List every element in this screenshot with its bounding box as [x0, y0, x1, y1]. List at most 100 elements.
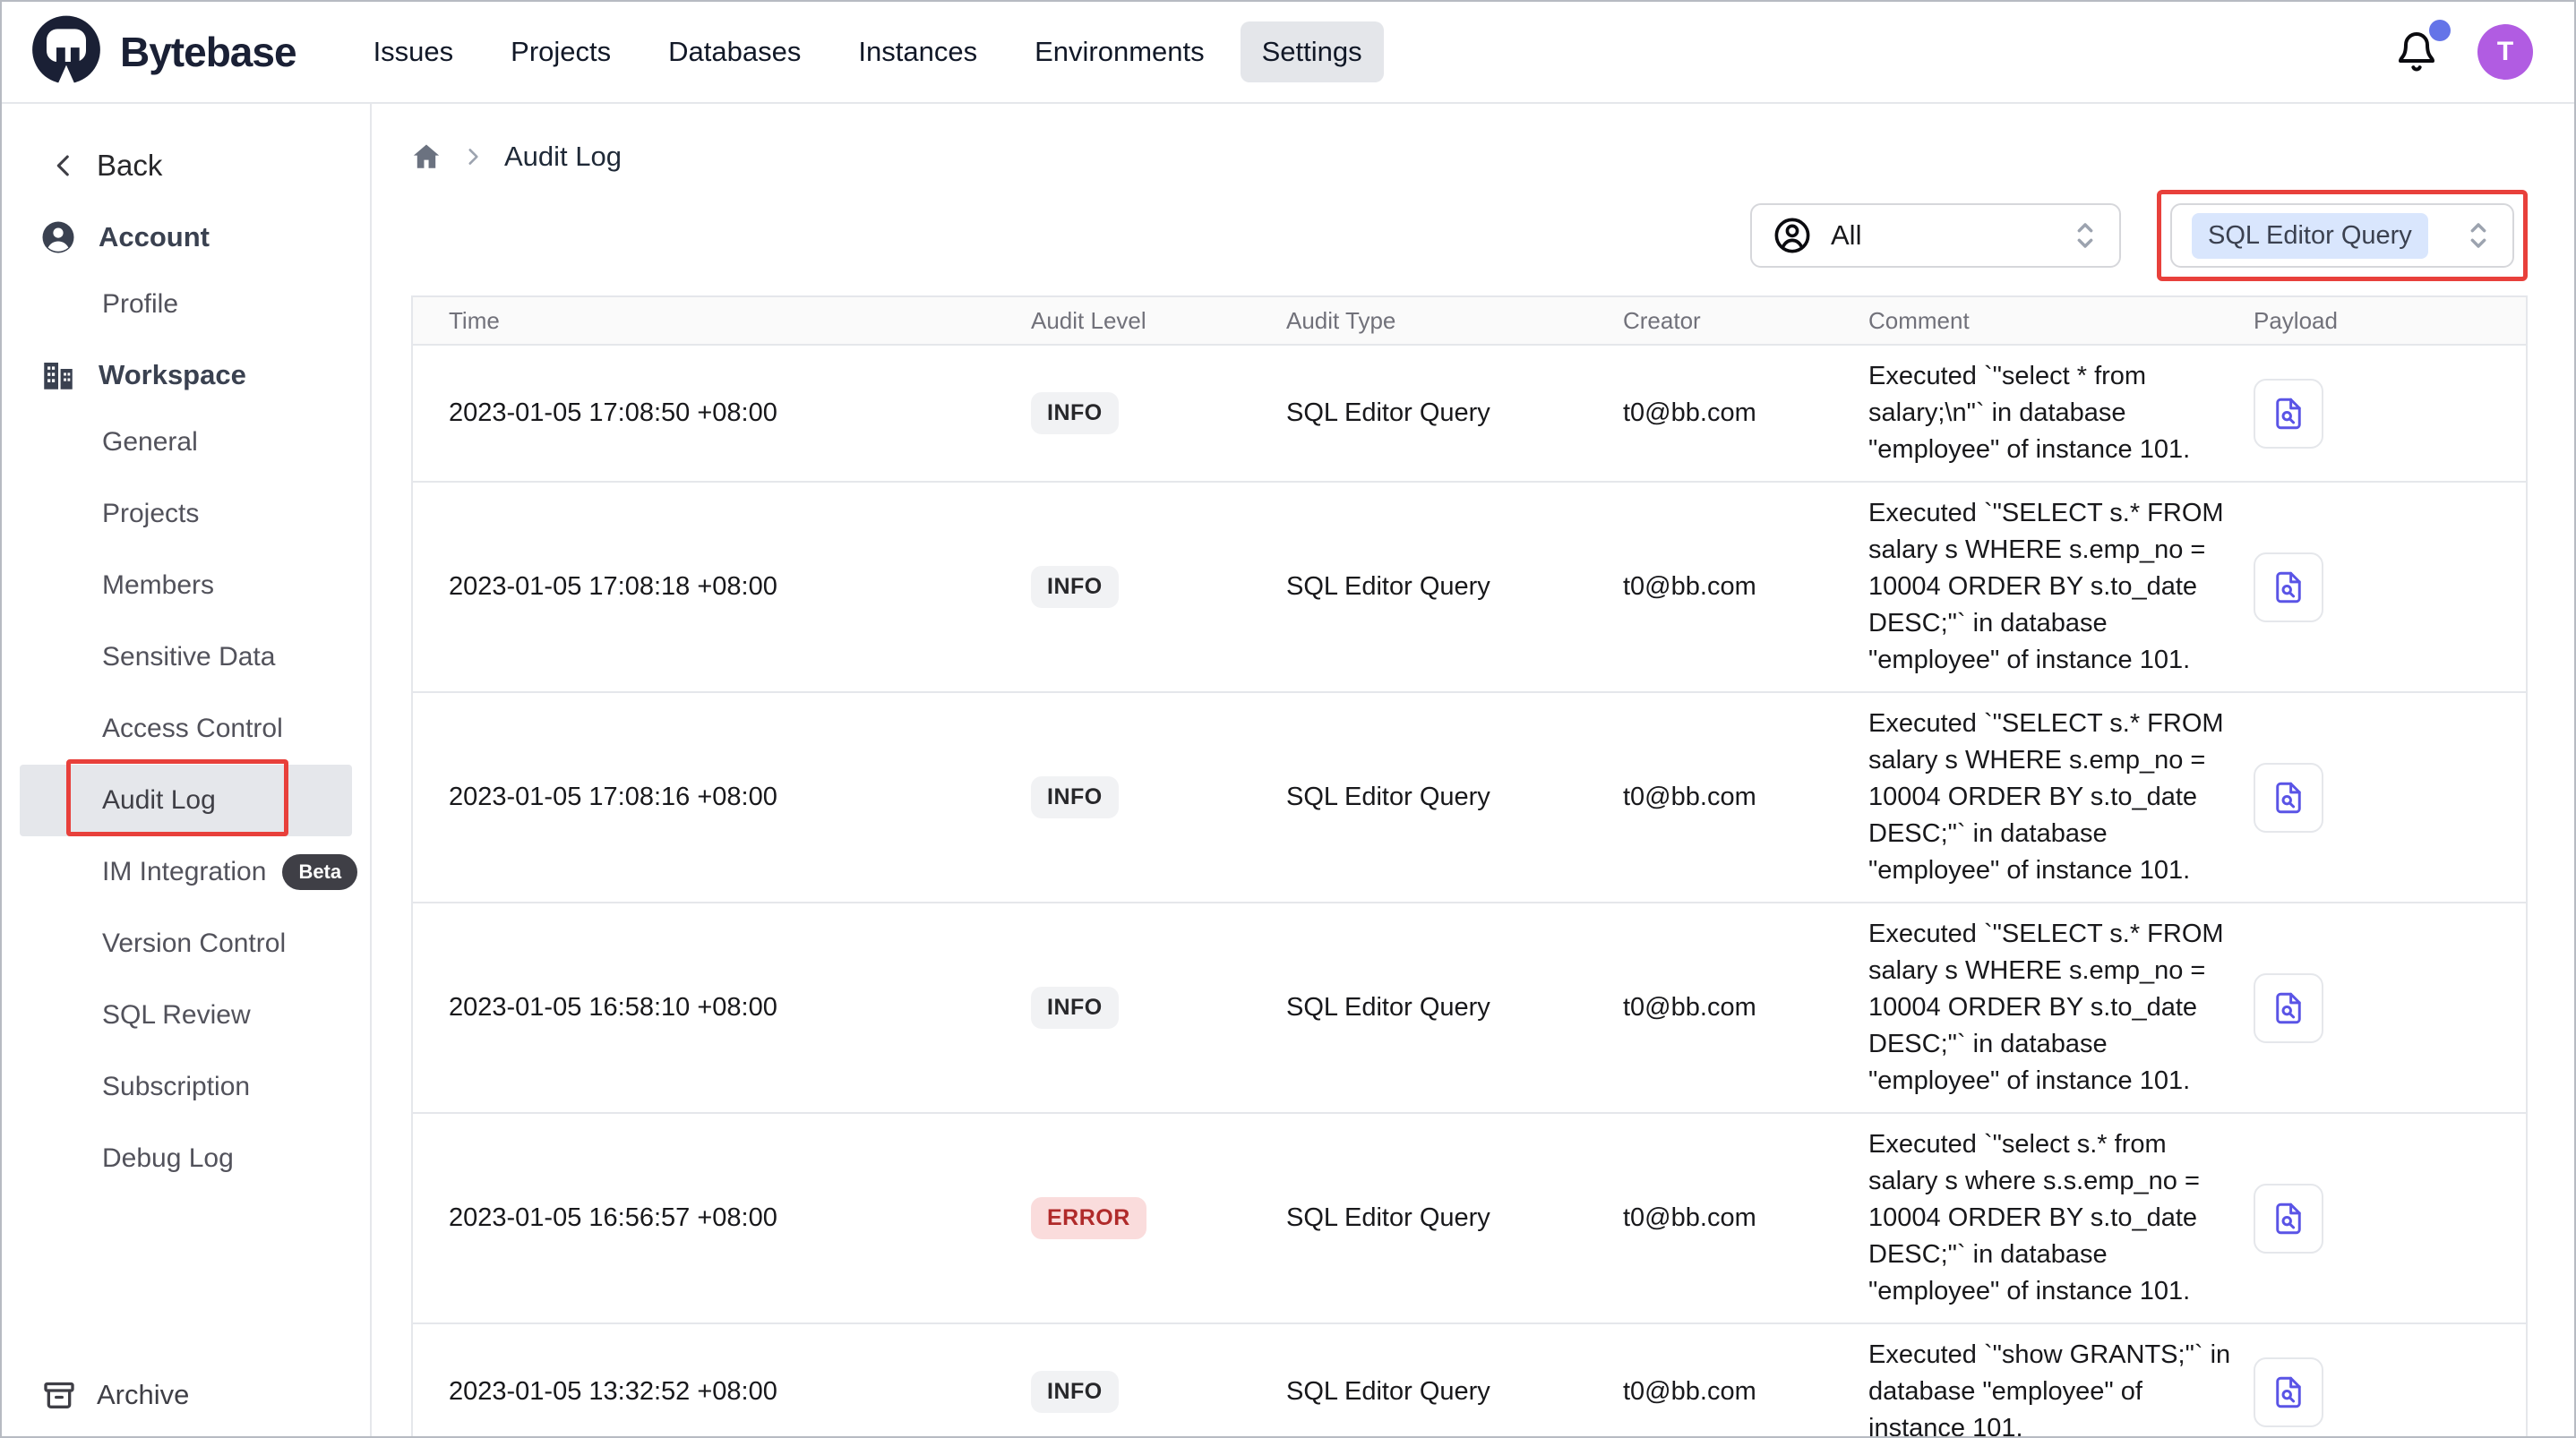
chevron-left-icon	[48, 150, 79, 181]
sidebar-item-version-control[interactable]: Version Control	[20, 908, 352, 980]
home-icon[interactable]	[411, 141, 442, 172]
sidebar-item-archive[interactable]: Archive	[41, 1377, 189, 1413]
user-icon	[39, 218, 77, 256]
notification-dot	[2429, 20, 2451, 41]
sidebar-item-members[interactable]: Members	[20, 550, 352, 621]
sidebar-item-label: Profile	[102, 289, 178, 320]
nav-item-environments[interactable]: Environments	[1013, 21, 1226, 82]
view-payload-button[interactable]	[2254, 763, 2323, 833]
sidebar-item-label: SQL Review	[102, 1000, 251, 1031]
view-payload-button[interactable]	[2254, 379, 2323, 449]
audit-level-badge: INFO	[1031, 776, 1119, 818]
building-icon	[39, 356, 77, 394]
notification-bell-button[interactable]	[2395, 30, 2438, 73]
sidebar-item-subscription[interactable]: Subscription	[20, 1051, 352, 1123]
sidebar-item-label: IM Integration	[102, 857, 266, 887]
column-header-creator: Creator	[1589, 307, 1833, 335]
sidebar-item-debug-log[interactable]: Debug Log	[20, 1123, 352, 1194]
file-search-icon	[2270, 779, 2307, 817]
sidebar-section-account: Account	[39, 215, 370, 260]
view-payload-button[interactable]	[2254, 552, 2323, 622]
sidebar-item-profile[interactable]: Profile	[20, 269, 352, 340]
cell-audit-type: SQL Editor Query	[1252, 1203, 1589, 1233]
nav-item-settings[interactable]: Settings	[1241, 21, 1384, 82]
nav-item-projects[interactable]: Projects	[489, 21, 632, 82]
sidebar-item-sql-review[interactable]: SQL Review	[20, 980, 352, 1051]
sidebar-section-workspace: Workspace	[39, 353, 370, 398]
cell-comment: Executed `"SELECT s.* FROM salary s WHER…	[1833, 706, 2245, 889]
back-label: Back	[97, 149, 162, 183]
cell-time: 2023-01-05 13:32:52 +08:00	[413, 1377, 991, 1407]
sidebar-item-projects[interactable]: Projects	[20, 478, 352, 550]
sidebar-item-general[interactable]: General	[20, 407, 352, 478]
audit-type-filter-select[interactable]: SQL Editor Query	[2170, 203, 2514, 268]
bytebase-logo[interactable]: Bytebase	[27, 13, 296, 91]
updown-chevrons-icon	[2464, 218, 2493, 253]
audit-level-badge: INFO	[1031, 1371, 1119, 1413]
audit-level-badge: INFO	[1031, 566, 1119, 608]
view-payload-button[interactable]	[2254, 973, 2323, 1043]
sidebar-item-audit-log[interactable]: Audit Log	[20, 765, 352, 836]
page-title: Audit Log	[504, 141, 622, 173]
cell-audit-type: SQL Editor Query	[1252, 783, 1589, 812]
cell-audit-type: SQL Editor Query	[1252, 572, 1589, 602]
sidebar-item-label: Debug Log	[102, 1143, 234, 1174]
cell-time: 2023-01-05 17:08:50 +08:00	[413, 398, 991, 428]
sidebar-item-label: Access Control	[102, 714, 283, 744]
cell-comment: Executed `"select * from salary;\n"` in …	[1833, 358, 2245, 468]
column-header-audit-type: Audit Type	[1252, 307, 1589, 335]
avatar[interactable]: T	[2477, 24, 2533, 80]
settings-sidebar: Back Account Profile	[2, 104, 372, 1436]
cell-audit-level: INFO	[991, 1371, 1252, 1413]
view-payload-button[interactable]	[2254, 1357, 2323, 1427]
cell-payload	[2245, 1357, 2526, 1427]
sidebar-item-label: Projects	[102, 499, 199, 529]
navbar-right: T	[2395, 24, 2549, 80]
section-label: Workspace	[99, 359, 246, 391]
cell-payload	[2245, 973, 2526, 1043]
file-search-icon	[2270, 569, 2307, 606]
cell-payload	[2245, 763, 2526, 833]
brand-name: Bytebase	[120, 28, 296, 76]
beta-badge: Beta	[282, 854, 357, 890]
nav-item-issues[interactable]: Issues	[352, 21, 476, 82]
bytebase-app: Bytebase Issues Projects Databases Insta…	[0, 0, 2576, 1438]
cell-time: 2023-01-05 17:08:16 +08:00	[413, 783, 991, 812]
table-header-row: Time Audit Level Audit Type Creator Comm…	[413, 297, 2526, 346]
cell-audit-level: INFO	[991, 987, 1252, 1029]
cell-audit-level: INFO	[991, 776, 1252, 818]
creator-filter-select[interactable]: All	[1750, 203, 2121, 268]
avatar-initial: T	[2497, 37, 2513, 67]
audit-log-page: Audit Log All	[374, 104, 2574, 1436]
table-row: 2023-01-05 13:32:52 +08:00 INFO SQL Edit…	[413, 1324, 2526, 1436]
column-header-time: Time	[413, 307, 991, 335]
sidebar-item-im-integration[interactable]: IM Integration Beta	[20, 836, 352, 908]
audit-type-filter-value: SQL Editor Query	[2192, 213, 2428, 259]
cell-audit-level: INFO	[991, 566, 1252, 608]
cell-creator: t0@bb.com	[1589, 993, 1833, 1023]
archive-icon	[41, 1377, 77, 1413]
sidebar-item-label: Version Control	[102, 929, 286, 959]
nav-item-instances[interactable]: Instances	[837, 21, 999, 82]
audit-level-badge: INFO	[1031, 987, 1119, 1029]
annotation-box-type-filter: SQL Editor Query	[2157, 190, 2528, 281]
view-payload-button[interactable]	[2254, 1184, 2323, 1254]
table-row: 2023-01-05 17:08:16 +08:00 INFO SQL Edit…	[413, 693, 2526, 903]
cell-time: 2023-01-05 16:56:57 +08:00	[413, 1203, 991, 1233]
cell-comment: Executed `"SELECT s.* FROM salary s WHER…	[1833, 916, 2245, 1100]
cell-comment: Executed `"SELECT s.* FROM salary s WHER…	[1833, 495, 2245, 679]
chevron-right-icon	[461, 145, 485, 168]
breadcrumb: Audit Log	[411, 138, 2528, 175]
back-button[interactable]: Back	[48, 149, 370, 183]
cell-audit-type: SQL Editor Query	[1252, 398, 1589, 428]
sidebar-item-label: Members	[102, 570, 214, 601]
table-row: 2023-01-05 17:08:50 +08:00 INFO SQL Edit…	[413, 346, 2526, 483]
audit-level-badge: INFO	[1031, 392, 1119, 434]
sidebar-item-access-control[interactable]: Access Control	[20, 693, 352, 765]
nav-item-databases[interactable]: Databases	[647, 21, 822, 82]
cell-creator: t0@bb.com	[1589, 398, 1833, 428]
archive-label: Archive	[97, 1379, 189, 1411]
cell-creator: t0@bb.com	[1589, 1377, 1833, 1407]
creator-filter-value: All	[1831, 219, 1861, 252]
sidebar-item-sensitive-data[interactable]: Sensitive Data	[20, 621, 352, 693]
